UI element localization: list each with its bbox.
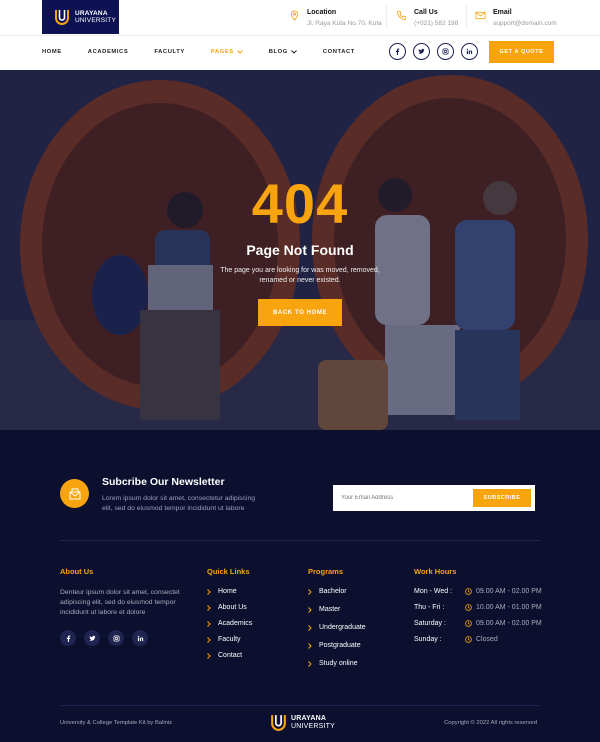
phone-info: Call Us (+021) 582 198 [396,9,458,27]
university-logo-icon [55,10,69,25]
back-to-home-button[interactable]: BACK TO HOME [258,299,342,326]
chevron-right-icon [308,660,312,667]
program-study-online[interactable]: Study online [308,660,358,667]
hero-section: 404 Page Not Found The page you are look… [0,70,600,430]
chevron-right-icon [308,624,312,631]
chevron-right-icon [207,636,211,643]
top-info-bar: URAYANA UNIVERSITY Location Jl. Raya Kut… [0,0,600,35]
page-title: Page Not Found [246,242,354,258]
header-social-links [389,43,478,60]
university-logo-icon [271,715,286,731]
linkedin-icon[interactable] [132,630,148,646]
chevron-right-icon [308,588,312,595]
chevron-right-icon [207,588,211,595]
quick-link-contact[interactable]: Contact [207,652,242,659]
footer-brand-name: URAYANA UNIVERSITY [291,714,336,730]
newsletter-icon [60,479,89,508]
newsletter-description: Lorem ipsum dolor sit amet, consectetur … [102,495,255,512]
program-bachelor[interactable]: Bachelor [308,588,347,595]
nav-blog[interactable]: BLOG [269,49,297,55]
get-a-quote-button[interactable]: GET A QUOTE [489,41,554,63]
brand-logo[interactable]: URAYANA UNIVERSITY [42,0,119,34]
facebook-icon[interactable] [60,630,76,646]
clock-icon [465,636,472,643]
about-title: About Us [60,567,94,576]
footer-divider [60,540,540,541]
linkedin-icon[interactable] [461,43,478,60]
location-pin-icon [290,10,299,21]
chevron-down-icon [236,50,243,54]
credits-text: University & College Template Kit by Bal… [60,720,173,726]
chevron-right-icon [308,606,312,613]
chevron-right-icon [207,652,211,659]
error-description: The page you are looking for was moved, … [220,267,380,284]
divider [386,5,387,29]
clock-icon [465,604,472,611]
footer-bottom-divider [60,705,540,706]
divider [466,5,467,29]
footer: Subcribe Our Newsletter Lorem ipsum dolo… [0,430,600,742]
email-icon [475,11,486,20]
quick-link-about-us[interactable]: About Us [207,604,247,611]
quick-link-academics[interactable]: Academics [207,620,252,627]
nav-faculty[interactable]: FACULTY [154,49,185,55]
work-hours-title: Work Hours [414,567,457,576]
chevron-right-icon [308,642,312,649]
instagram-icon[interactable] [108,630,124,646]
nav-academics[interactable]: ACADEMICS [88,49,129,55]
programs-title: Programs [308,567,344,576]
program-postgraduate[interactable]: Postgraduate [308,642,361,649]
footer-social-links [60,630,148,646]
error-code: 404 [251,172,349,235]
newsletter-form: SUBSCRIBE [333,485,535,511]
email-input[interactable] [341,485,461,511]
chevron-right-icon [207,620,211,627]
nav-pages[interactable]: PAGES [211,49,243,55]
chevron-down-icon [290,50,297,54]
facebook-icon[interactable] [389,43,406,60]
subscribe-button[interactable]: SUBSCRIBE [473,489,531,507]
brand-name: URAYANA UNIVERSITY [75,10,117,24]
email-info: Email support@domain.com [475,9,557,27]
clock-icon [465,588,472,595]
footer-logo[interactable]: URAYANA UNIVERSITY [270,713,335,732]
twitter-icon[interactable] [413,43,430,60]
quick-link-home[interactable]: Home [207,588,237,595]
about-text: Denteur ipsum dolor sit amet, consectet … [60,589,180,616]
instagram-icon[interactable] [437,43,454,60]
quick-link-faculty[interactable]: Faculty [207,636,241,643]
nav-home[interactable]: HOME [42,49,62,55]
copyright-text: Copyright © 2022 All rights reserved [444,720,537,726]
clock-icon [465,620,472,627]
program-master[interactable]: Master [308,606,340,613]
newsletter-title: Subcribe Our Newsletter [102,476,225,488]
twitter-icon[interactable] [84,630,100,646]
main-nav: HOME ACADEMICS FACULTY PAGES BLOG CONTAC… [42,49,381,55]
location-info: Location Jl. Raya Kuta No.70, Kuta [289,9,382,27]
chevron-right-icon [207,604,211,611]
nav-contact[interactable]: CONTACT [323,49,355,55]
phone-icon [396,10,407,21]
quick-links-title: Quick Links [207,567,250,576]
program-undergraduate[interactable]: Undergraduate [308,624,366,631]
